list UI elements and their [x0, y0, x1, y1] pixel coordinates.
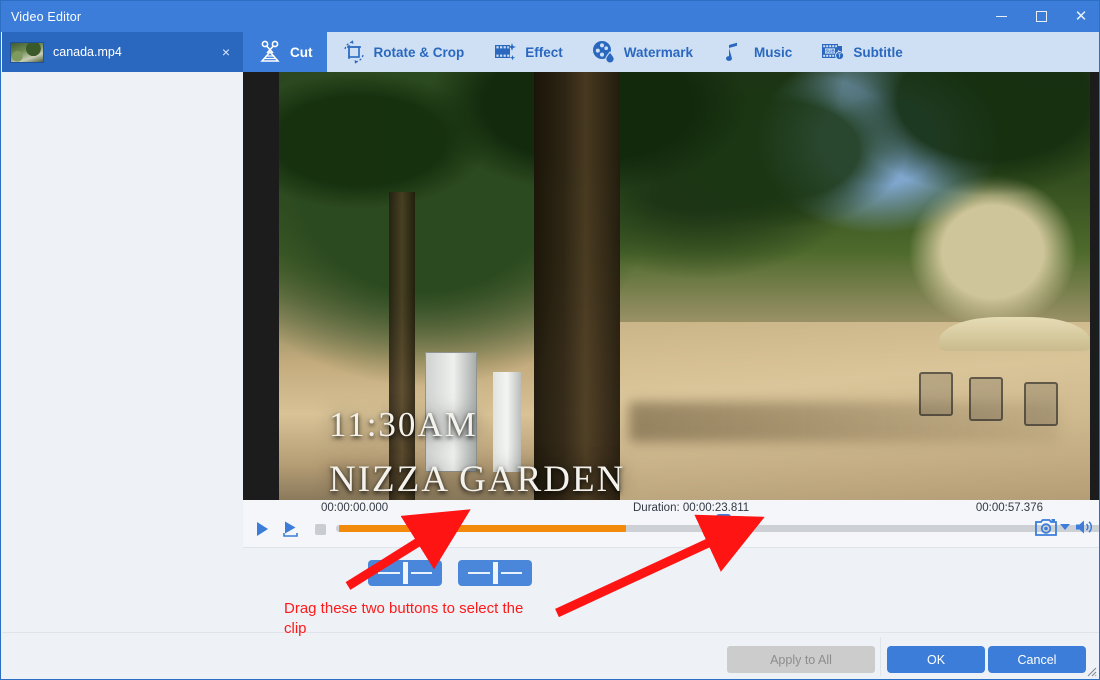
annotation-text: Drag these two buttons to select the cli…: [284, 599, 534, 640]
video-tree-trunk-secondary: [389, 192, 415, 500]
file-tab[interactable]: canada.mp4 ×: [2, 32, 243, 72]
resize-grip-icon[interactable]: [1087, 667, 1097, 677]
snapshot-button[interactable]: [1035, 516, 1057, 538]
video-preview[interactable]: 11:30AM NIZZA GARDEN: [243, 72, 1100, 500]
file-close-icon[interactable]: ×: [217, 44, 235, 60]
tab-subtitle-label: Subtitle: [853, 45, 903, 60]
tab-effect[interactable]: Effect: [478, 32, 577, 72]
window-controls: ✕: [981, 1, 1100, 32]
chevron-down-icon[interactable]: [1060, 524, 1070, 530]
tab-cut[interactable]: Cut: [243, 32, 327, 72]
timeline-bar: 00:00:00.000 Duration: 00:00:23.811 00:0…: [243, 500, 1100, 548]
video-umbrella: [939, 317, 1090, 351]
ok-button[interactable]: OK: [887, 646, 985, 673]
timeline-right-controls: [1035, 516, 1095, 538]
editor-toolbar: Cut Rotate & Crop: [243, 32, 1100, 72]
video-editor-window: Video Editor ✕ canada.mp4 ×: [0, 0, 1100, 680]
window-title: Video Editor: [1, 10, 81, 24]
apply-to-all-button[interactable]: Apply to All: [727, 646, 875, 673]
minimize-icon: [996, 16, 1007, 17]
close-button[interactable]: ✕: [1061, 1, 1100, 32]
tab-rotate-crop-label: Rotate & Crop: [374, 45, 465, 60]
file-thumbnail: [10, 42, 44, 63]
maximize-icon: [1036, 11, 1047, 22]
video-frame: 11:30AM NIZZA GARDEN: [279, 72, 1090, 500]
close-icon: ✕: [1075, 9, 1088, 24]
set-start-point-button[interactable]: [368, 560, 442, 586]
tab-watermark[interactable]: Watermark: [577, 32, 707, 72]
video-chair: [1024, 382, 1058, 426]
tab-subtitle[interactable]: SUB T Subtitle: [806, 32, 917, 72]
trim-marker-icon: [400, 562, 411, 584]
volume-button[interactable]: [1073, 516, 1095, 538]
scissors-icon: [257, 39, 283, 65]
set-end-point-button[interactable]: [458, 560, 532, 586]
play-clip-icon: [282, 520, 300, 538]
stop-icon: [315, 524, 326, 535]
trim-marker-icon: [490, 562, 501, 584]
volume-icon: [1074, 518, 1094, 536]
timeline-duration-label: Duration: 00:00:23.811: [633, 502, 749, 514]
file-name-label: canada.mp4: [53, 45, 122, 59]
tab-watermark-label: Watermark: [624, 45, 693, 60]
cancel-button[interactable]: Cancel: [988, 646, 1086, 673]
play-icon: [254, 521, 270, 537]
footer-divider: [880, 637, 881, 676]
playback-controls: [251, 518, 331, 540]
tab-effect-label: Effect: [525, 45, 563, 60]
tab-music-label: Music: [754, 45, 792, 60]
video-tree-trunk: [534, 72, 620, 500]
svg-text:SUB: SUB: [826, 49, 835, 54]
maximize-button[interactable]: [1021, 1, 1061, 32]
rotate-crop-icon: [341, 39, 367, 65]
video-chair: [919, 372, 953, 416]
play-clip-button[interactable]: [280, 518, 302, 540]
tab-music[interactable]: Music: [707, 32, 806, 72]
video-post: [493, 372, 521, 472]
tab-cut-label: Cut: [290, 45, 313, 60]
timeline-start-handle[interactable]: [426, 514, 441, 543]
play-button[interactable]: [251, 518, 273, 540]
timeline-start-label: 00:00:00.000: [321, 502, 388, 514]
timeline-end-label: 00:00:57.376: [976, 502, 1043, 514]
title-bar: Video Editor ✕: [1, 1, 1100, 32]
music-note-icon: [721, 39, 747, 65]
video-overlay-time: 11:30AM: [329, 405, 478, 445]
subtitle-icon: SUB T: [820, 39, 846, 65]
video-chair: [969, 377, 1003, 421]
minimize-button[interactable]: [981, 1, 1021, 32]
camera-icon: [1035, 517, 1057, 537]
timeline-selection-range[interactable]: [339, 525, 626, 532]
timeline-end-handle[interactable]: [716, 514, 731, 543]
effect-film-icon: [492, 39, 518, 65]
video-overlay-place: NIZZA GARDEN: [329, 458, 625, 500]
tab-rotate-crop[interactable]: Rotate & Crop: [327, 32, 479, 72]
stop-button[interactable]: [309, 518, 331, 540]
watermark-droplet-icon: [591, 39, 617, 65]
edit-panel: Start: 00 :00 :08 .019 End: 00 :00 :31 .…: [2, 548, 1100, 632]
